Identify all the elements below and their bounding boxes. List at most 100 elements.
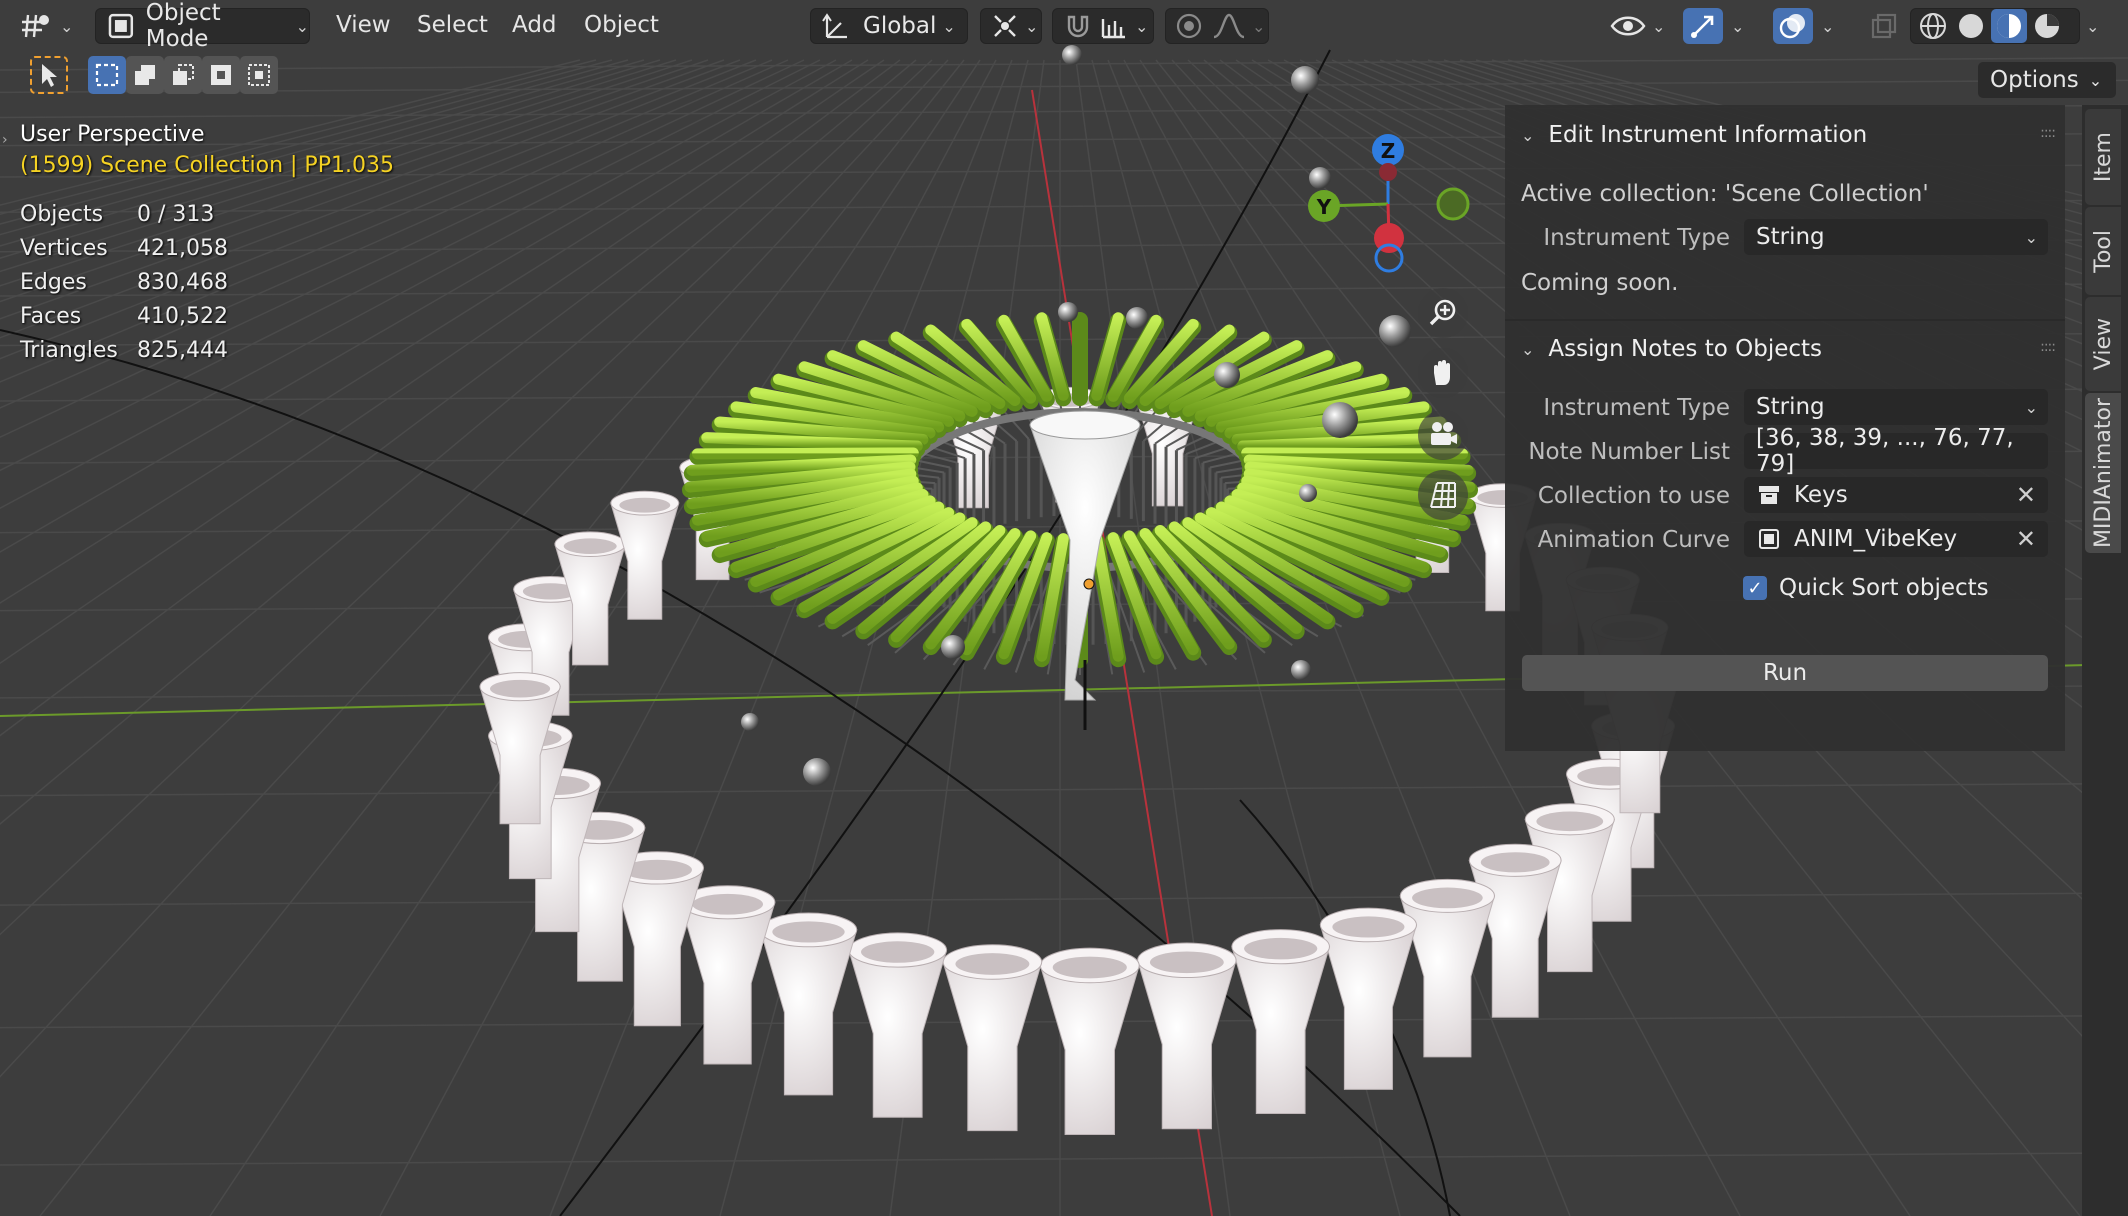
collection-value: Keys	[1794, 482, 1848, 508]
options-dropdown[interactable]: Options ⌄	[1978, 62, 2116, 98]
active-collection-text: Active collection: 'Scene Collection'	[1521, 181, 1929, 207]
view-perspective-label: User Perspective	[20, 122, 205, 147]
chevron-down-icon: ⌄	[1521, 339, 1535, 359]
stat-value: 830,468	[137, 270, 228, 295]
orientation-axes-icon	[822, 13, 847, 39]
stat-row: Objects 0 / 313	[20, 202, 228, 236]
drag-grip-icon[interactable]: ::::	[2040, 339, 2056, 355]
overlay-toggle[interactable]	[1773, 8, 1813, 44]
tab-label: MIDIAnimator	[2090, 397, 2116, 549]
material-preview-icon	[1997, 14, 2021, 38]
invert-select-icon	[211, 65, 231, 85]
edit-instrument-header[interactable]: ⌄ Edit Instrument Information	[1521, 122, 1867, 148]
material-preview-shading-button[interactable]	[1991, 9, 2027, 43]
pan-button[interactable]	[1418, 348, 1468, 398]
drag-grip-icon[interactable]: ::::	[2040, 125, 2056, 141]
quick-sort-checkbox[interactable]: ✓ Quick Sort objects	[1743, 575, 1989, 601]
intersect-select-icon	[248, 64, 270, 86]
solid-shading-icon[interactable]	[1955, 10, 1987, 42]
chevron-down-icon: ⌄	[2024, 227, 2038, 247]
shading-mode-group[interactable]	[1910, 8, 2080, 44]
xray-toggle[interactable]	[1866, 8, 1902, 44]
object-mode-icon	[108, 13, 134, 39]
scene-statistics: Objects 0 / 313 Vertices 421,058 Edges 830,…	[20, 202, 228, 372]
ortho-toggle-button[interactable]	[1418, 470, 1468, 520]
zoom-button[interactable]	[1418, 288, 1468, 338]
clear-x-icon[interactable]: ✕	[2016, 525, 2036, 553]
snap-increment-icon	[1101, 19, 1125, 39]
tab-midianimator[interactable]: MIDIAnimator	[2085, 393, 2121, 553]
pivot-point-dropdown[interactable]: ⌄	[980, 8, 1042, 44]
proportional-editing-group[interactable]: ⌄	[1165, 8, 1269, 44]
select-mode-intersect[interactable]	[240, 56, 278, 94]
tab-view[interactable]: View	[2085, 297, 2121, 391]
gizmo-toggle[interactable]	[1683, 8, 1723, 44]
viewport-stats-overlay: User Perspective (1599) Scene Collection…	[20, 122, 394, 372]
menu-object[interactable]: Object	[584, 12, 659, 38]
mode-selector[interactable]: Object Mode ⌄	[95, 0, 310, 52]
camera-icon	[1431, 422, 1457, 445]
wireframe-shading-icon[interactable]	[1917, 10, 1949, 42]
snapping-group[interactable]: ⌄	[1052, 8, 1154, 44]
rendered-shading-icon[interactable]	[2031, 10, 2063, 42]
run-button[interactable]: Run	[1522, 655, 2048, 691]
visibility-dropdown[interactable]: ⌄	[1606, 8, 1670, 44]
assign-instrument-type-dropdown[interactable]: String ⌄	[1744, 389, 2048, 425]
chevron-down-icon: ⌄	[1521, 125, 1535, 145]
section-title: Assign Notes to Objects	[1548, 336, 1823, 362]
tab-item[interactable]: Item	[2085, 109, 2121, 205]
stat-value: 421,058	[137, 236, 228, 261]
instrument-type-label: Instrument Type	[1543, 395, 1730, 421]
stat-label: Vertices	[20, 236, 108, 261]
stat-label: Objects	[20, 202, 104, 227]
assign-notes-header[interactable]: ⌄ Assign Notes to Objects	[1521, 336, 1822, 362]
select-mode-extend[interactable]	[126, 56, 164, 94]
grid-ortho-icon	[1430, 482, 1456, 508]
mode-label: Object Mode	[145, 0, 221, 52]
select-tool-button[interactable]	[30, 56, 68, 94]
tab-tool[interactable]: Tool	[2085, 207, 2121, 295]
proportional-edit-icon	[1176, 13, 1202, 39]
collection-picker[interactable]: Keys ✕	[1744, 477, 2048, 513]
collection-label: Collection to use	[1537, 483, 1730, 509]
animation-curve-picker[interactable]: ANIM_VibeKey ✕	[1744, 521, 2048, 557]
select-mode-new[interactable]	[88, 56, 126, 94]
camera-view-button[interactable]	[1418, 410, 1468, 460]
instrument-type-dropdown[interactable]: String ⌄	[1744, 219, 2048, 255]
curve-value: ANIM_VibeKey	[1794, 526, 1958, 552]
transform-orientation-dropdown[interactable]: Global ⌄	[810, 8, 968, 44]
section-title: Edit Instrument Information	[1548, 122, 1868, 148]
xray-icon	[1871, 13, 1897, 39]
select-mode-invert[interactable]	[202, 56, 240, 94]
menu-select[interactable]: Select	[417, 12, 488, 38]
instrument-type-value: String	[1756, 224, 1825, 250]
chevron-down-icon: ⌄	[295, 16, 309, 36]
menu-add[interactable]: Add	[512, 12, 557, 38]
chevron-down-icon: ⌄	[2088, 70, 2103, 90]
neg-x-axis-handle[interactable]	[1379, 163, 1397, 181]
neg-y-axis-handle[interactable]	[1436, 187, 1470, 221]
instrument-type-label: Instrument Type	[1543, 225, 1730, 251]
toolbar-expand-arrow-icon[interactable]: ›	[2, 132, 8, 148]
clear-x-icon[interactable]: ✕	[2016, 481, 2036, 509]
falloff-curve-icon	[1213, 13, 1245, 39]
select-mode-subtract[interactable]	[164, 56, 202, 94]
stat-row: Vertices 421,058	[20, 236, 228, 270]
overlay-dropdown[interactable]: ⌄	[1815, 8, 1839, 44]
menu-view[interactable]: View	[336, 12, 391, 38]
stat-value: 0 / 313	[137, 202, 215, 227]
chevron-down-icon: ⌄	[60, 16, 74, 36]
cursor-arrow-icon	[42, 64, 57, 87]
gizmo-dropdown[interactable]: ⌄	[1725, 8, 1749, 44]
shading-dropdown[interactable]: ⌄	[2080, 8, 2108, 44]
box-select-new-icon	[95, 63, 119, 87]
stat-row: Edges 830,468	[20, 270, 228, 304]
tab-label: Tool	[2090, 229, 2116, 273]
extend-select-icon	[135, 65, 155, 85]
note-number-list-input[interactable]: [36, 38, 39, ..., 76, 77, 79]	[1744, 425, 2048, 477]
editor-type-button[interactable]: ⌄	[20, 8, 78, 44]
object-square-icon	[1756, 526, 1782, 552]
sidebar-panel: ⌄ Edit Instrument Information :::: Activ…	[1505, 105, 2065, 751]
stat-value: 410,522	[137, 304, 228, 329]
navigation-gizmo[interactable]: Z Y	[1300, 130, 1480, 280]
